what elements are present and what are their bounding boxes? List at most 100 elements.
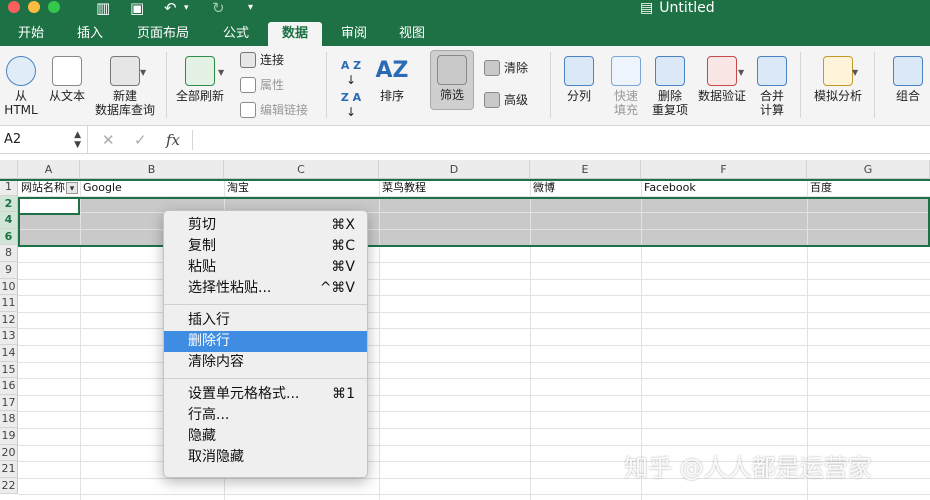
- split-columns-icon: [564, 56, 594, 86]
- redo-icon[interactable]: ↻: [212, 0, 225, 17]
- menu-item[interactable]: 粘贴 ⌘V: [164, 257, 367, 278]
- what-if-analysis-button[interactable]: 模拟分析: [810, 56, 866, 103]
- row-gridline: [18, 345, 930, 346]
- row-header-12[interactable]: 12: [0, 311, 18, 329]
- funnel-icon: [437, 55, 467, 85]
- header-cell-a[interactable]: 网站名称: [18, 180, 66, 196]
- edit-links-button[interactable]: 编辑链接: [240, 102, 308, 118]
- column-header-e[interactable]: E: [530, 160, 641, 179]
- header-cell-b[interactable]: Google: [80, 180, 224, 196]
- menu-item[interactable]: 删除行: [164, 331, 367, 352]
- tab-formulas[interactable]: 公式: [210, 22, 262, 46]
- group-icon: [893, 56, 923, 86]
- from-text-button[interactable]: 从文本: [44, 56, 90, 103]
- row-header-6[interactable]: 6: [0, 228, 18, 246]
- row-header-15[interactable]: 15: [0, 361, 18, 379]
- header-cell-e[interactable]: 微博: [530, 180, 641, 196]
- row-header-14[interactable]: 14: [0, 345, 18, 362]
- row-header-17[interactable]: 17: [0, 394, 18, 412]
- row-header-4[interactable]: 4: [0, 212, 18, 229]
- remove-duplicates-button[interactable]: 删除 重复项: [648, 56, 692, 117]
- advanced-filter-button[interactable]: 高级: [484, 92, 528, 108]
- filter-button[interactable]: 筛选: [430, 50, 474, 110]
- header-cell-c[interactable]: 淘宝: [224, 180, 379, 196]
- row-gridline: [18, 444, 930, 446]
- tab-review[interactable]: 审阅: [328, 22, 380, 46]
- formula-input[interactable]: [192, 130, 926, 150]
- customize-toolbar-icon[interactable]: ▾: [248, 2, 253, 13]
- tab-insert[interactable]: 插入: [64, 22, 116, 46]
- insert-function-icon[interactable]: fx: [166, 126, 180, 154]
- menu-item[interactable]: 行高...: [164, 405, 367, 426]
- undo-dropdown-icon[interactable]: ▾: [184, 3, 189, 13]
- cancel-icon[interactable]: ✕: [102, 126, 115, 154]
- close-window-button[interactable]: [8, 1, 20, 13]
- sort-button[interactable]: AZ 排序: [372, 56, 412, 103]
- from-html-button[interactable]: 从 HTML: [2, 56, 40, 117]
- menu-item[interactable]: 隐藏: [164, 426, 367, 447]
- tab-view[interactable]: 视图: [386, 22, 438, 46]
- tab-home[interactable]: 开始: [6, 22, 56, 46]
- header-cell-d[interactable]: 菜鸟教程: [379, 180, 530, 196]
- new-database-query-button[interactable]: 新建 数据库查询: [92, 56, 158, 117]
- save-icon[interactable]: ▣: [130, 0, 144, 17]
- text-to-columns-button[interactable]: 分列: [560, 56, 598, 103]
- refresh-all-button[interactable]: 全部刷新: [172, 56, 228, 103]
- menu-item[interactable]: 清除内容: [164, 352, 367, 373]
- menu-item[interactable]: 取消隐藏: [164, 447, 367, 468]
- column-header-g[interactable]: G: [807, 160, 930, 179]
- row-header-10[interactable]: 10: [0, 278, 18, 296]
- clear-filter-button[interactable]: 清除: [484, 60, 528, 76]
- column-header-a[interactable]: A: [18, 160, 80, 179]
- tab-page-layout[interactable]: 页面布局: [124, 22, 202, 46]
- filter-dropdown-icon[interactable]: ▾: [66, 182, 78, 194]
- row-header-16[interactable]: 16: [0, 378, 18, 395]
- tab-data[interactable]: 数据: [268, 22, 322, 46]
- ribbon-separator: [800, 52, 801, 118]
- active-cell-a2[interactable]: [18, 197, 80, 215]
- what-if-dropdown-icon[interactable]: ▼: [852, 68, 858, 77]
- new-query-dropdown-icon[interactable]: ▼: [140, 68, 146, 77]
- sidebar-toggle-icon[interactable]: ▥: [96, 0, 110, 17]
- row-header-8[interactable]: 8: [0, 245, 18, 262]
- row-header-2[interactable]: 2: [0, 195, 18, 213]
- header-cell-f[interactable]: Facebook: [641, 180, 807, 196]
- sort-ascending-button[interactable]: A Z ↓: [338, 58, 364, 87]
- menu-item-label: 取消隐藏: [188, 449, 244, 465]
- menu-item[interactable]: 剪切 ⌘X: [164, 215, 367, 236]
- menu-item[interactable]: 选择性粘贴... ^⌘V: [164, 278, 367, 299]
- confirm-icon[interactable]: ✓: [134, 126, 147, 154]
- name-box[interactable]: A2 ▲ ▼: [0, 126, 88, 154]
- name-box-stepper-icon[interactable]: ▲ ▼: [74, 126, 81, 150]
- group-button[interactable]: 组合: [888, 56, 928, 103]
- row-header-11[interactable]: 11: [0, 295, 18, 312]
- row-header-22[interactable]: 22: [0, 477, 18, 495]
- menu-item[interactable]: 复制 ⌘C: [164, 236, 367, 257]
- sort-descending-button[interactable]: Z A ↓: [338, 90, 364, 119]
- column-header-d[interactable]: D: [379, 160, 530, 179]
- row-header-21[interactable]: 21: [0, 461, 18, 478]
- column-header-f[interactable]: F: [641, 160, 807, 179]
- properties-button[interactable]: 属性: [240, 77, 284, 93]
- data-validation-dropdown-icon[interactable]: ▼: [738, 68, 744, 77]
- connections-button[interactable]: 连接: [240, 52, 284, 68]
- row-header-9[interactable]: 9: [0, 262, 18, 279]
- row-header-13[interactable]: 13: [0, 328, 18, 345]
- flash-fill-button[interactable]: 快速 填充: [604, 56, 648, 117]
- column-header-c[interactable]: C: [224, 160, 379, 179]
- zoom-window-button[interactable]: [48, 1, 60, 13]
- data-validation-button[interactable]: 数据验证: [694, 56, 750, 103]
- row-header-19[interactable]: 19: [0, 428, 18, 445]
- menu-item[interactable]: 设置单元格格式... ⌘1: [164, 384, 367, 405]
- row-header-1[interactable]: 1: [0, 179, 18, 196]
- menu-item[interactable]: 插入行: [164, 310, 367, 331]
- header-cell-g[interactable]: 百度: [807, 180, 930, 196]
- row-header-20[interactable]: 20: [0, 444, 18, 462]
- undo-icon[interactable]: ↶: [164, 0, 177, 17]
- minimize-window-button[interactable]: [28, 1, 40, 13]
- column-header-b[interactable]: B: [80, 160, 224, 179]
- refresh-dropdown-icon[interactable]: ▼: [218, 68, 224, 77]
- consolidate-button[interactable]: 合并 计算: [752, 56, 792, 117]
- row-header-18[interactable]: 18: [0, 411, 18, 428]
- select-all-corner[interactable]: [0, 160, 18, 179]
